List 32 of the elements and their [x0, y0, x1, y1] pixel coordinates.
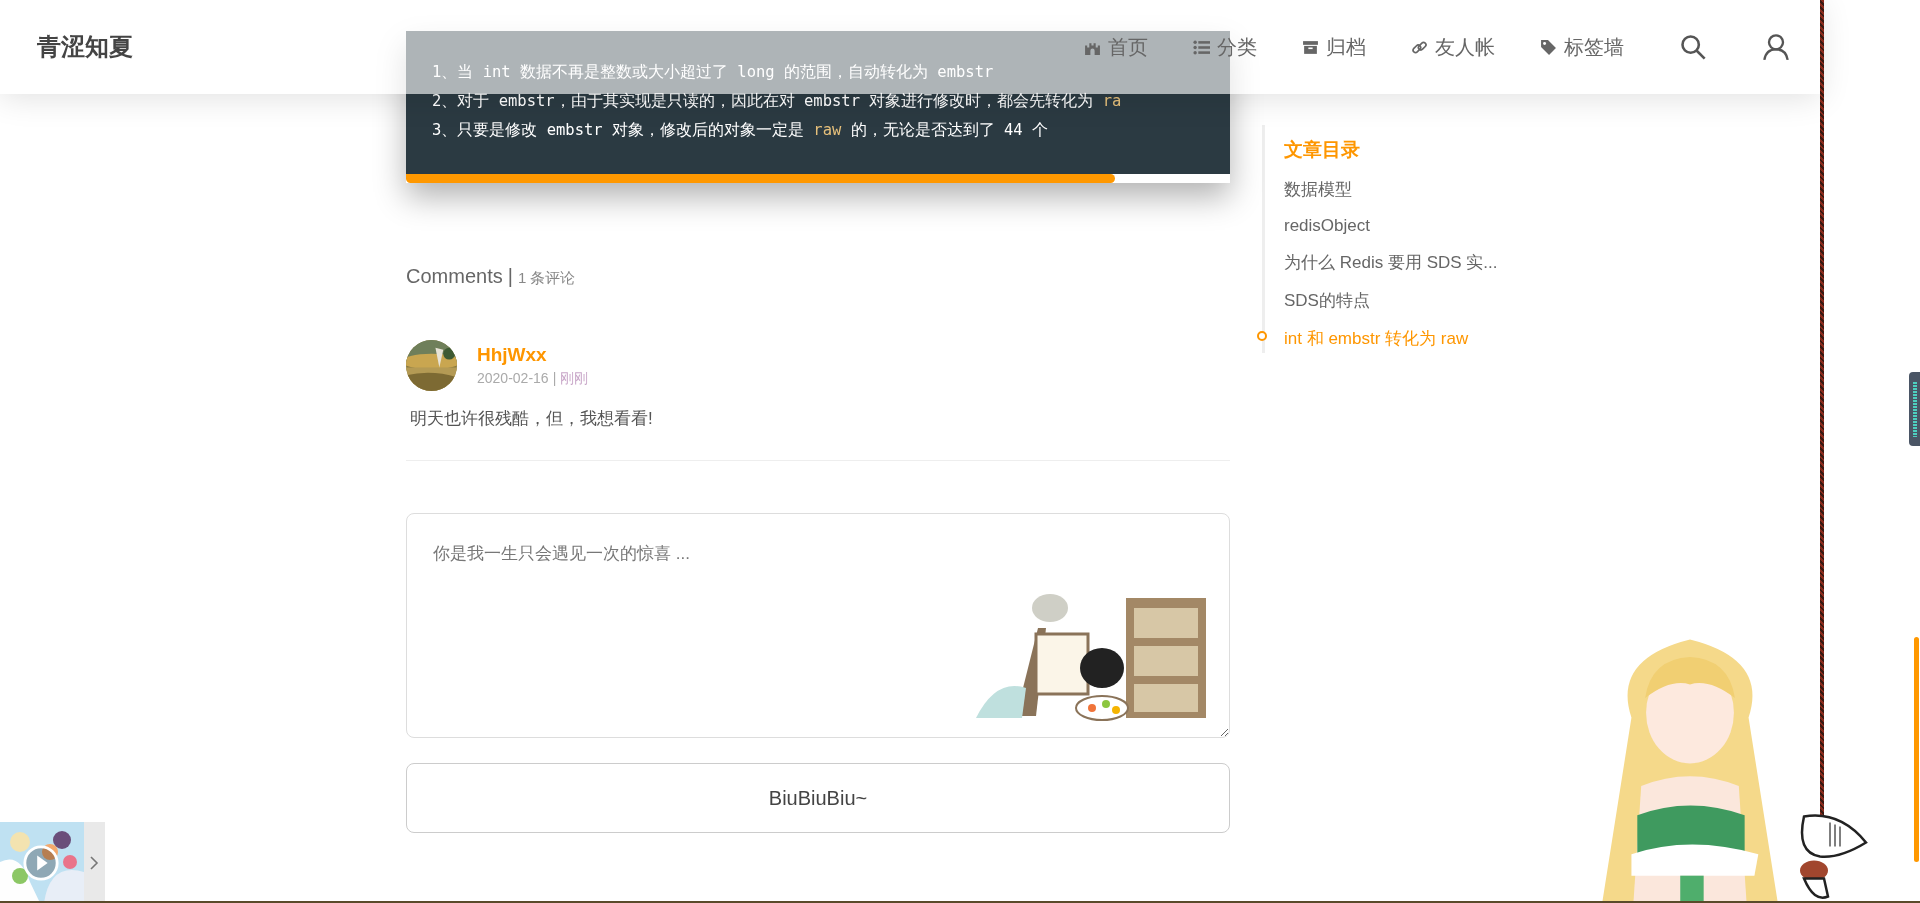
chevron-right-icon[interactable]: [89, 855, 99, 871]
toc-item[interactable]: 数据模型: [1284, 178, 1352, 201]
comments-title: Comments: [406, 265, 503, 288]
comment-text: 明天也许很残酷，但，我想看看!: [410, 408, 654, 430]
tag-icon: [1540, 38, 1557, 56]
archive-box-icon: [1302, 38, 1319, 56]
user-icon[interactable]: [1762, 33, 1790, 61]
active-marker: [1257, 331, 1267, 341]
code-line: 1、当 int 数据不再是整数或大小超过了 long 的范围，自动转化为 embstr: [432, 62, 995, 83]
music-widget[interactable]: [1909, 372, 1920, 446]
nav-link[interactable]: 归档: [1302, 33, 1366, 61]
list-icon: [1193, 38, 1210, 56]
toc-title: 文章目录: [1284, 138, 1361, 162]
comment-date: 2020-02-16: [477, 369, 549, 388]
nav-link[interactable]: 友人帐: [1411, 33, 1495, 61]
comment-field[interactable]: 你是我一生只会遇见一次的惊喜 ...: [406, 513, 1230, 738]
comment-count: 1 条评论: [517, 269, 576, 288]
separator: |: [552, 369, 557, 388]
music-player[interactable]: [0, 822, 105, 903]
toc-item[interactable]: 为什么 Redis 要用 SDS 实...: [1284, 251, 1498, 274]
link-icon: [1411, 38, 1428, 56]
comment-time: 刚刚: [560, 369, 589, 388]
nav-link[interactable]: 标签墙: [1540, 33, 1624, 61]
scrollbar-thumb[interactable]: [1914, 637, 1919, 862]
toc-item[interactable]: SDS的特点: [1284, 289, 1370, 312]
site-logo[interactable]: 青涩知夏: [37, 31, 133, 63]
code-line: 2、对于 embstr，由于其实现是只读的，因此在对 embstr 对象进行修改时，都会先转化为 ra: [432, 91, 1123, 112]
toc-item[interactable]: redisObject: [1284, 216, 1370, 236]
search-icon[interactable]: [1679, 33, 1707, 61]
code-line: 3、只要是修改 embstr 对象，修改后的对象一定是 raw 的，无论是否达到了 44 个: [432, 120, 1049, 141]
separator: |: [507, 265, 513, 288]
submit-button[interactable]: BiuBiuBiu~: [406, 763, 1230, 833]
